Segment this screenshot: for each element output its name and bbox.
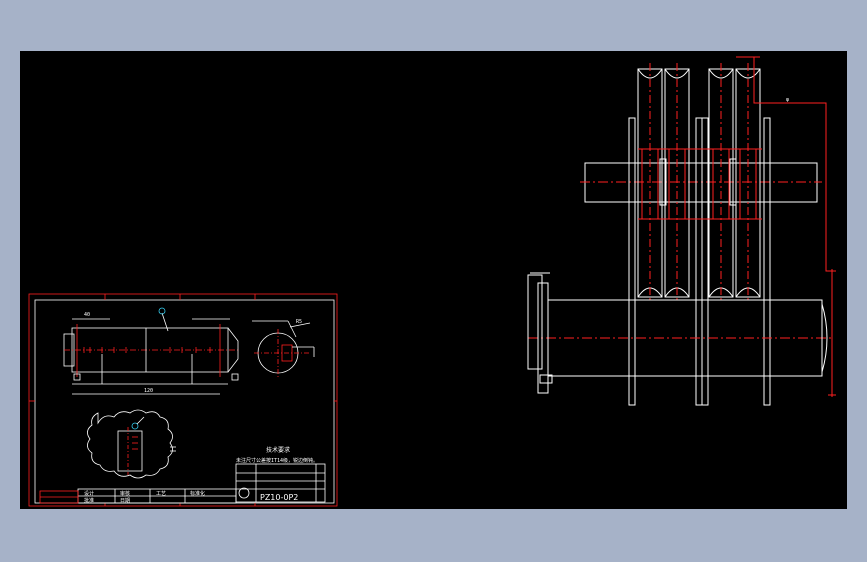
dim-length: 120 [144, 388, 153, 394]
plate-right-inner [701, 117, 709, 406]
drawing-sheet: 120 40 R5 技术要求 未注尺寸公差按IT14级，锐边倒钝。 PZ10-0… [28, 293, 338, 507]
hub-details [638, 148, 762, 220]
cad-drawing-svg: φ 120 40 R5 技术要求 未注尺寸公差按IT14级，锐边倒钝。 PZ10… [28, 56, 836, 507]
dim-small: 40 [84, 312, 90, 318]
block-label-3: 工艺 [156, 491, 166, 497]
plate-left-outer [628, 117, 636, 406]
plate-left-inner [695, 117, 703, 406]
plate-right-outer [763, 117, 771, 406]
drum-left-flange [527, 274, 543, 370]
stamp-left [39, 490, 79, 504]
section-view [252, 320, 315, 377]
part-elevation [63, 307, 239, 395]
notes-text: 未注尺寸公差按IT14级，锐边倒钝。 [236, 457, 318, 464]
assembly-view: φ [527, 56, 836, 406]
block-label-4: 标准化 [190, 490, 205, 497]
drawing-number: PZ10-0P2 [260, 493, 298, 502]
detail-cloud [87, 409, 173, 479]
notes-title: 技术要求 [266, 446, 290, 454]
block-label-2: 审核 [120, 490, 130, 497]
block-label-5: 批准 [84, 497, 94, 504]
leader-top-right [736, 56, 830, 272]
block-label-1: 设计 [84, 490, 94, 497]
dim-radius: R5 [296, 319, 302, 325]
leader-label: φ [786, 97, 789, 103]
right-dimension [828, 269, 836, 397]
block-label-6: 日期 [120, 498, 130, 504]
sheet-border-inner [34, 299, 335, 504]
cad-model-space[interactable]: φ 120 40 R5 技术要求 未注尺寸公差按IT14级，锐边倒钝。 PZ10… [20, 51, 847, 509]
